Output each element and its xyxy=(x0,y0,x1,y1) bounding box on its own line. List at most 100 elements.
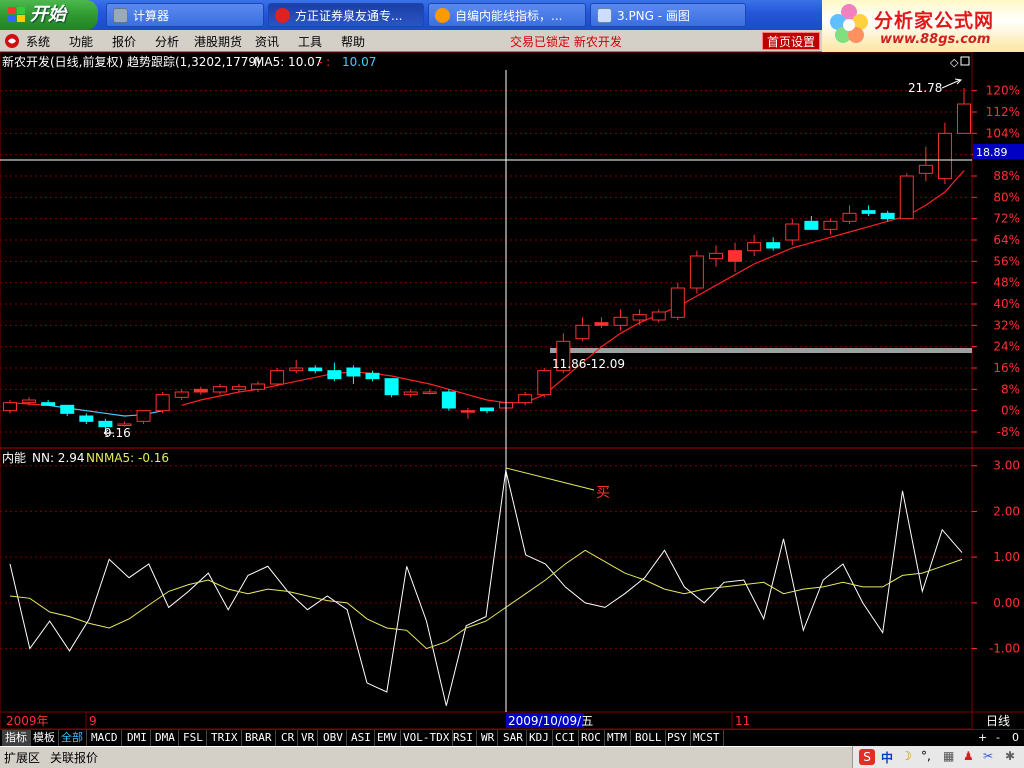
flower-logo-icon xyxy=(830,4,868,43)
indicator-tab[interactable]: FSL xyxy=(180,730,207,746)
candle xyxy=(785,218,800,246)
indicator-lines xyxy=(9,470,963,706)
candle xyxy=(804,216,819,230)
site-logo: 分析家公式网 www.88gs.com xyxy=(822,0,1024,52)
indicator-tab[interactable]: BOLL xyxy=(632,730,666,746)
ime-tools-icon[interactable]: ✱ xyxy=(1005,749,1015,763)
ime-user-icon[interactable]: ♟ xyxy=(963,749,974,763)
menu-tools[interactable]: 工具 xyxy=(298,33,322,50)
menu-analysis[interactable]: 分析 xyxy=(155,33,179,50)
ime-moon-icon[interactable]: ☽ xyxy=(901,749,912,763)
window-restore-icon[interactable] xyxy=(960,56,970,66)
diamond-icon: ◇ xyxy=(950,56,959,69)
indicator-tab[interactable]: ROC xyxy=(578,730,605,746)
indicator-tab[interactable]: PSY xyxy=(664,730,691,746)
candle xyxy=(3,400,17,414)
indicator-tab[interactable]: 指标 xyxy=(2,730,31,746)
task-calculator[interactable]: 计算器 xyxy=(106,3,264,27)
sub-y-axis: 3.00 2.00 1.00 0.00 -1.00 xyxy=(972,459,1020,656)
task-label: 计算器 xyxy=(133,9,170,23)
candle-body xyxy=(212,386,227,393)
zoom-reset-button[interactable]: 0 xyxy=(1012,731,1019,744)
zoom-out-button[interactable]: - xyxy=(996,731,1000,744)
indicator-tab[interactable]: CCI xyxy=(552,730,579,746)
indicator-tab[interactable]: CR xyxy=(278,730,299,746)
ma-value: 10.07 xyxy=(342,55,376,69)
candle-body xyxy=(594,322,609,326)
stock-chart[interactable]: 120%112%104%96%88%80%72%64%56%48%40%32%2… xyxy=(0,51,1024,730)
task-paint[interactable]: 3.PNG - 画图 xyxy=(590,3,746,27)
indicator-tab[interactable]: KDJ xyxy=(526,730,553,746)
candle-body xyxy=(728,250,743,262)
expand-area-tab[interactable]: 扩展区 xyxy=(4,749,40,766)
indicator-tab[interactable]: MTM xyxy=(604,730,631,746)
candle xyxy=(289,360,304,374)
candle-body xyxy=(689,255,704,289)
indicator-tab[interactable]: 模板 xyxy=(30,730,59,746)
indicator-tab[interactable]: SAR xyxy=(500,730,527,746)
keyboard-icon[interactable]: ▦ xyxy=(943,749,954,763)
ime-punct-icon[interactable]: °, xyxy=(921,749,931,763)
indicator-tab[interactable]: EMV xyxy=(374,730,401,746)
nn-series-line xyxy=(9,470,963,706)
nn-label: NN: 2.94 xyxy=(32,451,85,465)
candle-body xyxy=(289,367,304,372)
task-browser[interactable]: 自编内能线指标，... xyxy=(428,3,586,27)
indicator-tab[interactable]: DMI xyxy=(124,730,151,746)
candle-body xyxy=(823,220,838,230)
menu-quote[interactable]: 报价 xyxy=(112,33,136,50)
candle xyxy=(861,205,876,216)
indicator-tab[interactable]: DMA xyxy=(152,730,179,746)
candle-body xyxy=(22,399,37,404)
candle xyxy=(823,218,838,235)
indicator-tab[interactable]: VOL-TDX xyxy=(400,730,454,746)
indicator-tab[interactable]: BRAR xyxy=(242,730,276,746)
chart-area[interactable]: 120%112%104%96%88%80%72%64%56%48%40%32%2… xyxy=(0,51,1024,730)
indicator-tab[interactable]: MCST xyxy=(690,730,724,746)
candle xyxy=(174,389,189,400)
indicator-tab[interactable]: RSI xyxy=(450,730,477,746)
y-tick-label: 72% xyxy=(993,212,1020,226)
menu-hk-futures[interactable]: 港股期货 xyxy=(194,33,242,50)
period-label[interactable]: 日线 xyxy=(986,714,1010,728)
indicator-tab[interactable]: 全部 xyxy=(58,730,87,746)
candle-body xyxy=(937,132,952,180)
indicator-tab[interactable]: TRIX xyxy=(208,730,242,746)
candle xyxy=(613,309,628,331)
candle-body xyxy=(613,316,628,326)
related-quote-tab[interactable]: 关联报价 xyxy=(50,749,98,766)
menu-help[interactable]: 帮助 xyxy=(341,33,365,50)
x-axis-month-9: 9 xyxy=(89,714,97,728)
candle xyxy=(594,317,609,328)
sogou-ime-icon[interactable]: S xyxy=(859,749,875,765)
y-tick-label: 2.00 xyxy=(993,504,1020,518)
indicator-name: 内能 xyxy=(2,451,26,465)
candle-body xyxy=(518,394,533,404)
zoom-in-button[interactable]: + xyxy=(978,731,987,744)
system-tray: S 中 ☽ °, ▦ ♟ ✂ ✱ xyxy=(852,746,1024,768)
candle xyxy=(212,384,227,395)
indicator-tab[interactable]: OBV xyxy=(320,730,347,746)
menu-system[interactable]: 系统 xyxy=(26,33,50,50)
indicator-tab[interactable]: VR xyxy=(298,730,319,746)
indicator-tab[interactable]: ASI xyxy=(348,730,375,746)
home-settings-button[interactable]: 首页设置 xyxy=(762,32,820,50)
indicator-tab[interactable]: MACD xyxy=(88,730,122,746)
candle xyxy=(689,250,704,294)
y-tick-label: 64% xyxy=(993,233,1020,247)
ime-skin-icon[interactable]: ✂ xyxy=(983,749,993,763)
ime-chinese-mode[interactable]: 中 xyxy=(881,749,893,766)
candle-body xyxy=(251,383,266,390)
indicator-tab[interactable]: WR xyxy=(478,730,499,746)
candle-body xyxy=(346,367,361,377)
menu-function[interactable]: 功能 xyxy=(69,33,93,50)
candle-body xyxy=(365,372,380,380)
task-fangzheng[interactable]: 方正证券泉友通专... xyxy=(268,3,424,27)
candle-body xyxy=(918,164,933,174)
candle xyxy=(937,122,952,184)
menu-news[interactable]: 资讯 xyxy=(255,33,279,50)
task-label: 3.PNG - 画图 xyxy=(617,9,690,23)
crosshair-price: 18.89 xyxy=(976,146,1008,159)
buy-signal-label: 买 xyxy=(596,485,610,501)
start-button[interactable]: 开始 xyxy=(0,0,98,30)
